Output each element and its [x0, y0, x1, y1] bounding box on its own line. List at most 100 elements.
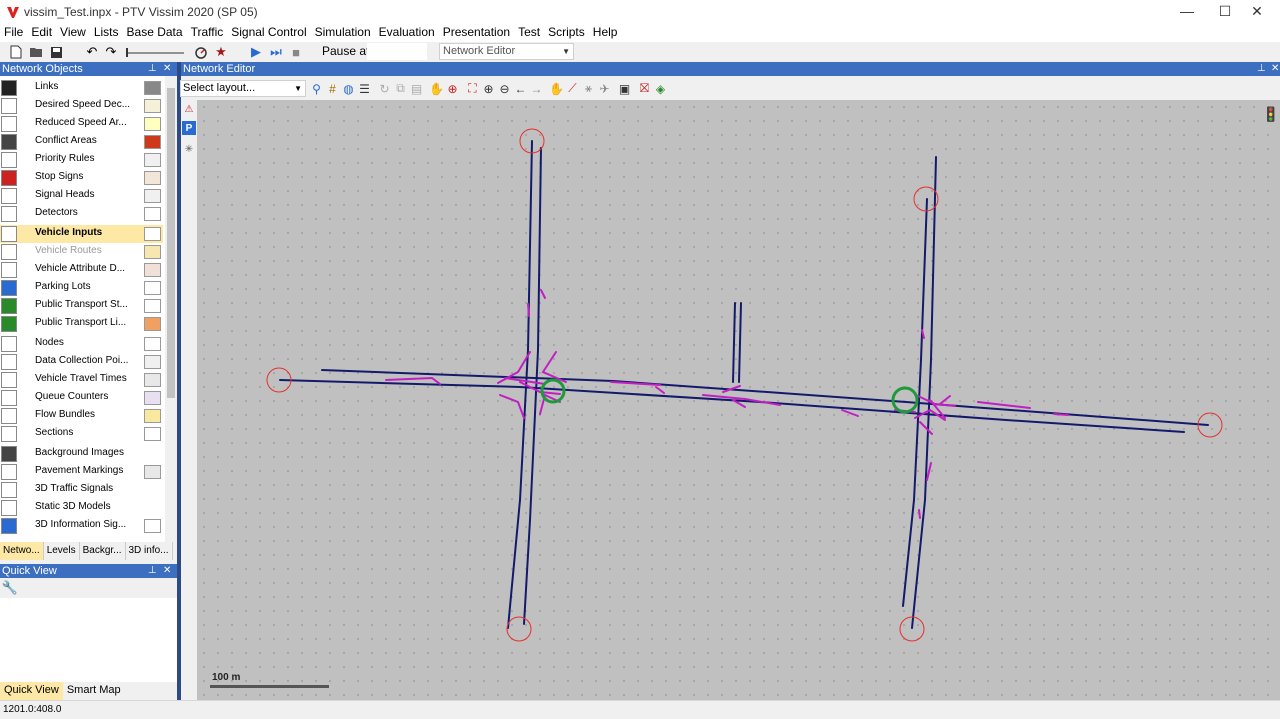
network-object-background-images[interactable]: Background Images	[0, 445, 163, 463]
speedometer-icon[interactable]	[193, 44, 209, 60]
traffic-light-icon[interactable]: 🚦	[1262, 106, 1279, 123]
network-object-links[interactable]: Links	[0, 79, 163, 97]
network-object-vehicle-inputs[interactable]: Vehicle Inputs	[0, 225, 163, 243]
pick-tool-icon[interactable]: ⚲	[309, 81, 324, 96]
connector[interactable]	[939, 395, 951, 405]
menu-presentation[interactable]: Presentation	[439, 24, 514, 42]
zoom-out-icon[interactable]: ⊖	[497, 81, 512, 96]
tab-smart-map[interactable]: Smart Map	[63, 682, 125, 700]
style-swatch[interactable]	[144, 519, 161, 533]
network-object-queue-counters[interactable]: Queue Counters	[0, 389, 163, 407]
style-swatch[interactable]	[144, 81, 161, 95]
tab-levels[interactable]: Levels	[44, 542, 80, 560]
connector[interactable]	[841, 409, 859, 417]
zoom-select-icon[interactable]: ⊕	[445, 81, 460, 96]
network-object-vehicle-routes[interactable]: Vehicle Routes	[0, 243, 163, 261]
connector[interactable]	[527, 303, 530, 317]
menu-edit[interactable]: Edit	[27, 24, 56, 42]
network-object-nodes[interactable]: Nodes	[0, 335, 163, 353]
link[interactable]	[321, 369, 1209, 426]
style-swatch[interactable]	[144, 153, 161, 167]
arrow-forward-icon[interactable]: →	[529, 81, 544, 96]
save-icon[interactable]	[48, 44, 64, 60]
copy-icon[interactable]: ⧉	[393, 81, 408, 96]
nodes-icon[interactable]: ✳	[182, 142, 196, 156]
connector[interactable]	[655, 386, 665, 394]
network-objects-scrollbar[interactable]	[165, 76, 177, 542]
tab-quick-view[interactable]: Quick View	[0, 682, 63, 700]
network-object-priority-rules[interactable]: Priority Rules	[0, 151, 163, 169]
rotate-hand-icon[interactable]: ✋	[549, 81, 564, 96]
link[interactable]	[738, 302, 742, 383]
menu-test[interactable]: Test	[514, 24, 544, 42]
parking-icon[interactable]: P	[182, 121, 196, 135]
style-swatch[interactable]	[144, 355, 161, 369]
network-object-vehicle-travel-times[interactable]: Vehicle Travel Times	[0, 371, 163, 389]
tab-backgrounds[interactable]: Backgr...	[80, 542, 126, 560]
network-drawing[interactable]	[197, 100, 1280, 700]
style-swatch[interactable]	[144, 263, 161, 277]
walk-icon[interactable]: ⚹	[581, 81, 596, 96]
network-canvas[interactable]: 🚦	[197, 100, 1280, 700]
menu-scripts[interactable]: Scripts	[544, 24, 589, 42]
connector[interactable]	[918, 509, 921, 519]
pan-hand-icon[interactable]: ✋	[429, 81, 444, 96]
network-object-3d-information-sig[interactable]: 3D Information Sig...	[0, 517, 163, 535]
3d-mode-icon[interactable]: ⛝	[637, 81, 652, 96]
style-swatch[interactable]	[144, 391, 161, 405]
menu-simulation[interactable]: Simulation	[311, 24, 375, 42]
node-marker[interactable]	[891, 386, 919, 414]
link[interactable]	[732, 302, 736, 383]
stop-icon[interactable]: ■	[288, 44, 304, 60]
globe-icon[interactable]: ◍	[341, 81, 356, 96]
network-object-vehicle-attribute-d[interactable]: Vehicle Attribute D...	[0, 261, 163, 279]
vehicle-input-marker[interactable]	[506, 616, 532, 642]
fly-icon[interactable]: ✈	[597, 81, 612, 96]
network-object-3d-traffic-signals[interactable]: 3D Traffic Signals	[0, 481, 163, 499]
menu-file[interactable]: File	[0, 24, 27, 42]
play-icon[interactable]: ▶	[248, 44, 264, 60]
pause-at-input[interactable]	[367, 43, 427, 60]
menu-help[interactable]: Help	[589, 24, 622, 42]
network-object-stop-signs[interactable]: Stop Signs	[0, 169, 163, 187]
style-swatch[interactable]	[144, 409, 161, 423]
close-icon[interactable]: ✕	[163, 62, 171, 76]
pin-icon[interactable]: ⊥	[148, 564, 157, 578]
warning-icon[interactable]: ⚠	[182, 102, 196, 116]
style-swatch[interactable]	[144, 299, 161, 313]
open-folder-icon[interactable]	[28, 44, 44, 60]
style-swatch[interactable]	[144, 117, 161, 131]
close-window-button[interactable]: ✕	[1234, 0, 1280, 24]
network-object-data-collection-poi[interactable]: Data Collection Poi...	[0, 353, 163, 371]
rotate-icon[interactable]: ↻	[377, 81, 392, 96]
arrow-back-icon[interactable]: ←	[513, 81, 528, 96]
menu-view[interactable]: View	[56, 24, 90, 42]
close-icon[interactable]: ✕	[1271, 62, 1279, 76]
network-object-static-3d-models[interactable]: Static 3D Models	[0, 499, 163, 517]
scrollbar-thumb[interactable]	[167, 88, 175, 398]
connector[interactable]	[1053, 413, 1069, 416]
3d-view-icon[interactable]: ◈	[653, 81, 668, 96]
paste-icon[interactable]: ▤	[409, 81, 424, 96]
network-object-conflict-areas[interactable]: Conflict Areas	[0, 133, 163, 151]
pin-icon[interactable]: ⊥	[148, 62, 157, 76]
style-swatch[interactable]	[144, 171, 161, 185]
menu-signal-control[interactable]: Signal Control	[227, 24, 310, 42]
wrench-icon[interactable]: 🔧	[2, 580, 18, 596]
style-swatch[interactable]	[144, 281, 161, 295]
redo-icon[interactable]: ↷	[103, 44, 119, 60]
network-object-public-transport-li[interactable]: Public Transport Li...	[0, 315, 163, 333]
menu-base-data[interactable]: Base Data	[123, 24, 187, 42]
measure-icon[interactable]: ⟋	[565, 81, 580, 96]
style-swatch[interactable]	[144, 427, 161, 441]
style-swatch[interactable]	[144, 317, 161, 331]
list-icon[interactable]: ☰	[357, 81, 372, 96]
style-swatch[interactable]	[144, 373, 161, 387]
grid-icon[interactable]: #	[325, 81, 340, 96]
style-swatch[interactable]	[144, 135, 161, 149]
simulation-speed-slider[interactable]	[124, 44, 186, 60]
connector[interactable]	[540, 289, 546, 299]
network-object-detectors[interactable]: Detectors	[0, 205, 163, 223]
editor-type-select[interactable]: Network Editor ▼	[439, 43, 574, 60]
step-icon[interactable]: ⏭	[268, 44, 284, 60]
